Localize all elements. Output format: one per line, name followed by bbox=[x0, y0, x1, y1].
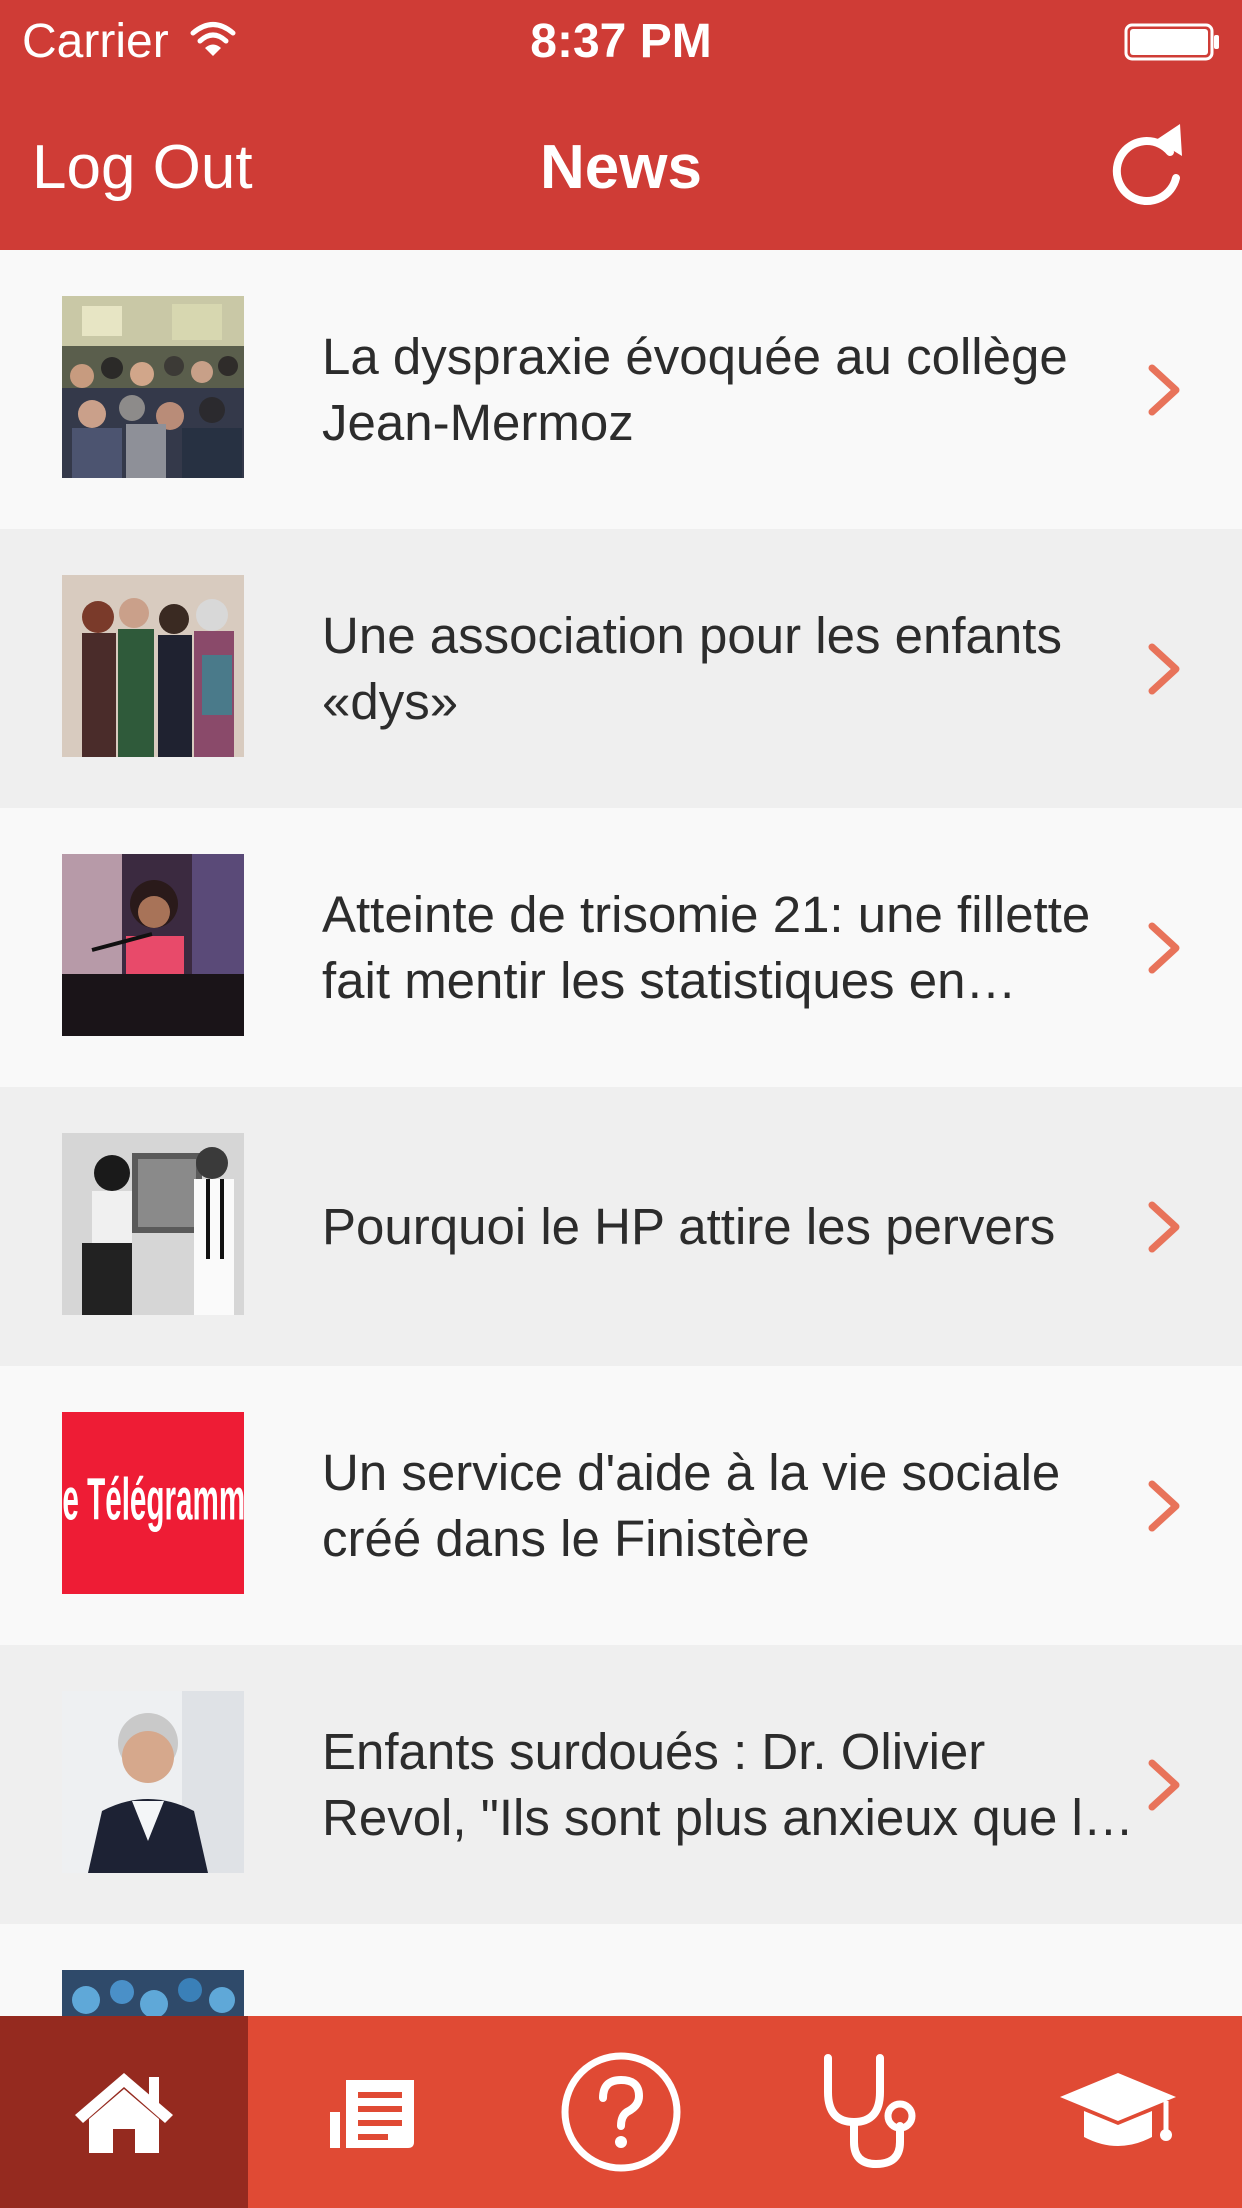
news-title: Un service d'aide à la vie sociale créé … bbox=[322, 1443, 1061, 1567]
news-title bbox=[322, 1924, 1142, 2016]
chevron-right-icon bbox=[1148, 1480, 1180, 1532]
infographic-photo bbox=[62, 1970, 244, 2016]
le-telegramme-logo: Le Télégramme bbox=[62, 1412, 244, 1594]
app-screen: Carrier 8:37 PM Log Out News La dyspraxi… bbox=[0, 0, 1242, 2208]
news-title: Enfants surdoués : Dr. Olivier Revol, "I… bbox=[322, 1722, 1137, 1846]
question-icon bbox=[561, 2052, 681, 2172]
news-row[interactable]: Une association pour les enfants «dys» bbox=[0, 529, 1242, 808]
girl-singing-photo bbox=[62, 854, 244, 1036]
news-title: La dyspraxie évoquée au collège Jean-Mer… bbox=[322, 327, 1068, 451]
audience-photo bbox=[62, 296, 244, 478]
battery-icon bbox=[1124, 23, 1219, 61]
status-bar: Carrier 8:37 PM bbox=[0, 0, 1242, 84]
tab-news[interactable] bbox=[248, 2016, 496, 2208]
stethoscope-icon bbox=[824, 2054, 916, 2169]
graduation-cap-icon bbox=[1059, 2073, 1176, 2146]
header: Carrier 8:37 PM Log Out News bbox=[0, 0, 1242, 250]
news-title: Une association pour les enfants «dys» bbox=[322, 606, 1062, 730]
news-row[interactable]: Le Télégramme Un service d'aide à la vie… bbox=[0, 1366, 1242, 1645]
news-title: Pourquoi le HP attire les pervers bbox=[322, 1197, 1056, 1255]
refresh-icon[interactable] bbox=[1100, 116, 1192, 216]
chevron-right-icon bbox=[1148, 922, 1180, 974]
tab-bar bbox=[0, 2016, 1242, 2208]
chevron-right-icon bbox=[1148, 1201, 1180, 1253]
black-and-white-couple-photo bbox=[62, 1133, 244, 1315]
news-list: La dyspraxie évoquée au collège Jean-Mer… bbox=[0, 250, 1242, 2016]
home-icon bbox=[75, 2073, 174, 2153]
newspaper-icon bbox=[329, 2080, 414, 2148]
status-time: 8:37 PM bbox=[530, 15, 712, 68]
news-row[interactable]: Pourquoi le HP attire les pervers bbox=[0, 1087, 1242, 1366]
man-portrait-photo bbox=[62, 1691, 244, 1873]
news-row[interactable] bbox=[0, 1924, 1242, 2016]
chevron-right-icon bbox=[1148, 1759, 1180, 1811]
news-row[interactable]: La dyspraxie évoquée au collège Jean-Mer… bbox=[0, 250, 1242, 529]
news-title: Atteinte de trisomie 21: une fillette fa… bbox=[322, 885, 1091, 1009]
chevron-right-icon bbox=[1148, 364, 1180, 416]
news-row[interactable]: Atteinte de trisomie 21: une fillette fa… bbox=[0, 808, 1242, 1087]
group-of-women-photo bbox=[62, 575, 244, 757]
chevron-right-icon bbox=[1148, 643, 1180, 695]
tab-health[interactable] bbox=[745, 2016, 993, 2208]
tab-help[interactable] bbox=[497, 2016, 745, 2208]
tab-home[interactable] bbox=[0, 2016, 249, 2208]
svg-text:Le Télégramme: Le Télégramme bbox=[62, 1466, 244, 1532]
nav-bar: Log Out News bbox=[0, 84, 1242, 250]
news-row[interactable]: Enfants surdoués : Dr. Olivier Revol, "I… bbox=[0, 1645, 1242, 1924]
tab-education[interactable] bbox=[994, 2016, 1242, 2208]
logout-button[interactable]: Log Out bbox=[32, 132, 253, 204]
